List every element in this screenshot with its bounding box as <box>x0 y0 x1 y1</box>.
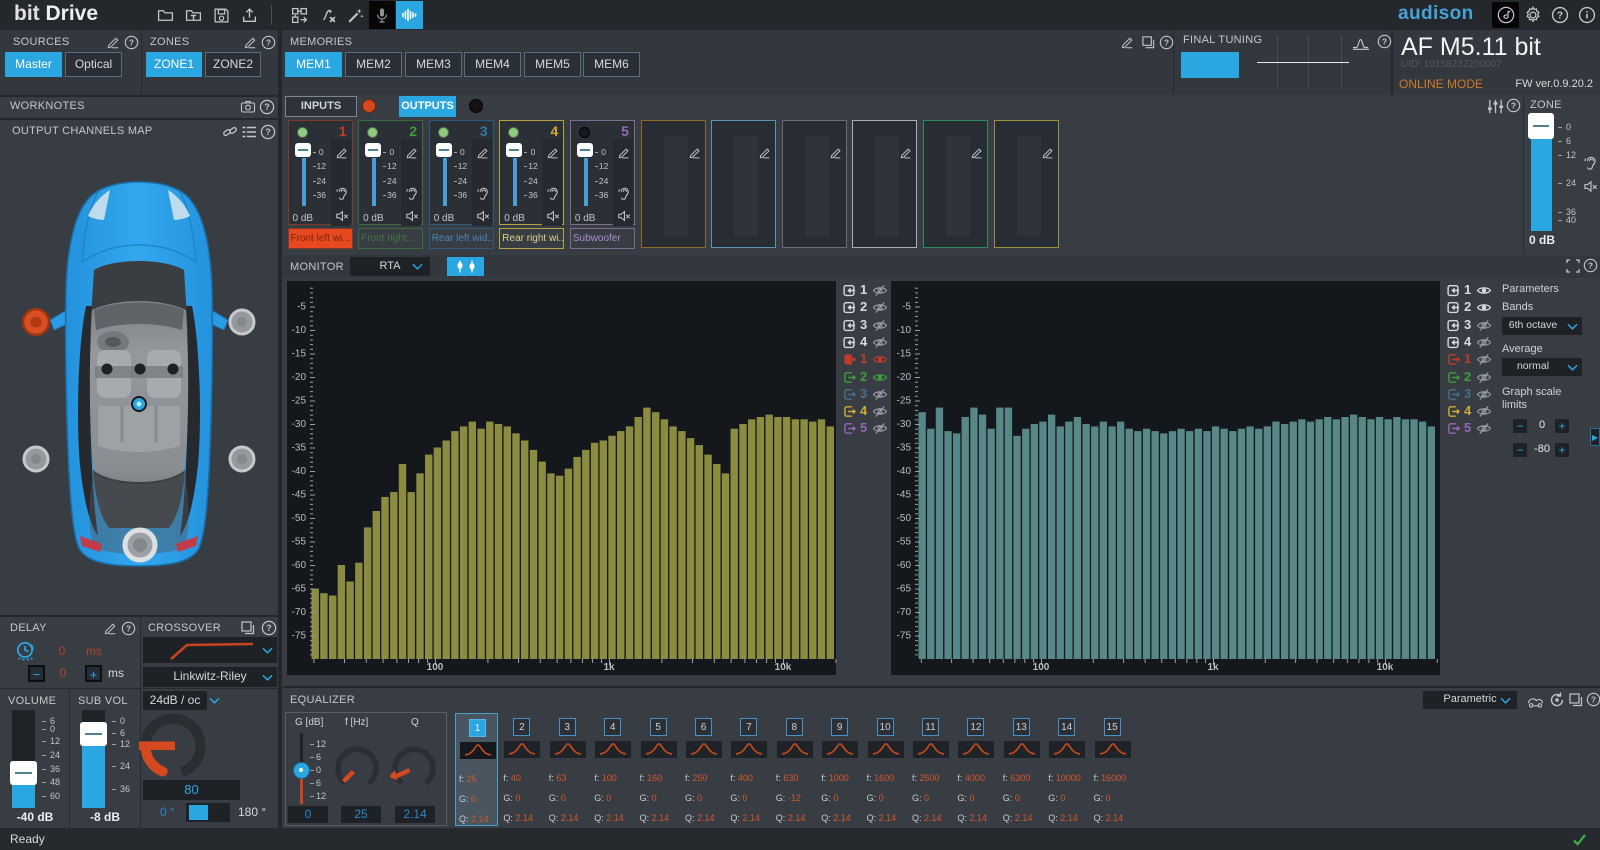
svg-text:-75: -75 <box>292 631 307 642</box>
svg-text:1k: 1k <box>603 662 615 673</box>
svg-text:-65: -65 <box>292 584 307 595</box>
svg-text:-45: -45 <box>292 490 307 501</box>
svg-text:-15: -15 <box>897 349 912 360</box>
svg-text:-35: -35 <box>897 443 912 454</box>
svg-text:100: 100 <box>427 662 444 673</box>
svg-text:-40: -40 <box>292 466 307 477</box>
svg-text:-20: -20 <box>292 372 307 383</box>
svg-text:100: 100 <box>1033 662 1050 673</box>
svg-text:10k: 10k <box>1377 662 1394 673</box>
svg-text:-35: -35 <box>292 443 307 454</box>
svg-text:-30: -30 <box>292 419 307 430</box>
svg-text:-50: -50 <box>292 513 307 524</box>
svg-text:-75: -75 <box>897 631 912 642</box>
svg-text:-70: -70 <box>292 607 307 618</box>
svg-text:-60: -60 <box>897 560 912 571</box>
svg-text:-55: -55 <box>897 537 912 548</box>
svg-text:-5: -5 <box>297 302 306 313</box>
svg-text:1k: 1k <box>1207 662 1219 673</box>
svg-text:-5: -5 <box>902 302 911 313</box>
svg-text:-45: -45 <box>897 490 912 501</box>
svg-text:-25: -25 <box>292 396 307 407</box>
svg-text:10k: 10k <box>775 662 792 673</box>
svg-text:-55: -55 <box>292 537 307 548</box>
svg-text:-10: -10 <box>897 325 912 336</box>
svg-text:-20: -20 <box>897 372 912 383</box>
svg-text:-50: -50 <box>897 513 912 524</box>
svg-text:-65: -65 <box>897 584 912 595</box>
svg-text:-10: -10 <box>292 325 307 336</box>
svg-text:-70: -70 <box>897 607 912 618</box>
svg-text:-60: -60 <box>292 560 307 571</box>
svg-text:-25: -25 <box>897 396 912 407</box>
svg-text:-40: -40 <box>897 466 912 477</box>
svg-text:-15: -15 <box>292 349 307 360</box>
svg-text:-30: -30 <box>897 419 912 430</box>
